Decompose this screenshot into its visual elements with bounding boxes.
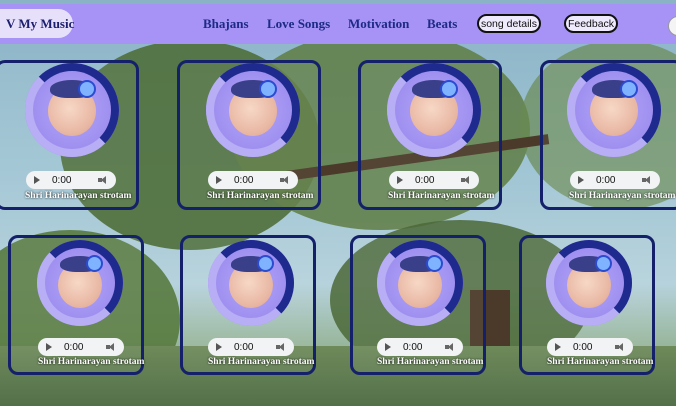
audio-player[interactable]: 0:00 [26, 171, 116, 189]
krishna-crown [78, 80, 96, 98]
song-title: Shri Harinarayan strotam [547, 357, 654, 367]
volume-icon[interactable] [98, 175, 108, 185]
volume-icon[interactable] [276, 342, 286, 352]
play-icon[interactable] [385, 343, 391, 351]
song-title: Shri Harinarayan strotam [208, 357, 315, 367]
volume-icon[interactable] [615, 342, 625, 352]
volume-icon[interactable] [445, 342, 455, 352]
player-time: 0:00 [573, 341, 593, 353]
song-title: Shri Harinarayan strotam [38, 357, 145, 367]
play-icon[interactable] [216, 343, 222, 351]
song-title: Shri Harinarayan strotam [388, 191, 495, 201]
krishna-crown [259, 80, 277, 98]
song-title: Shri Harinarayan strotam [569, 191, 676, 201]
krishna-crown [86, 255, 103, 272]
top-navbar: V My Music Bhajans Love Songs Motivation… [0, 4, 676, 44]
audio-player[interactable]: 0:00 [208, 171, 298, 189]
krishna-crown [426, 255, 443, 272]
player-time: 0:00 [403, 341, 423, 353]
nav-motivation[interactable]: Motivation [348, 16, 409, 32]
nav-beats[interactable]: Beats [427, 16, 457, 32]
play-icon[interactable] [34, 176, 40, 184]
player-time: 0:00 [64, 341, 84, 353]
song-title: Shri Harinarayan strotam [377, 357, 484, 367]
krishna-crown [440, 80, 458, 98]
play-icon[interactable] [216, 176, 222, 184]
play-icon[interactable] [46, 343, 52, 351]
player-time: 0:00 [596, 174, 616, 186]
song-details-button[interactable]: song details [477, 14, 541, 33]
feedback-button[interactable]: Feedback [564, 14, 618, 33]
audio-player[interactable]: 0:00 [547, 338, 633, 356]
player-time: 0:00 [415, 174, 435, 186]
volume-icon[interactable] [642, 175, 652, 185]
audio-player[interactable]: 0:00 [38, 338, 124, 356]
nav-love-songs[interactable]: Love Songs [267, 16, 330, 32]
song-title: Shri Harinarayan strotam [25, 191, 132, 201]
krishna-crown [620, 80, 638, 98]
volume-icon[interactable] [461, 175, 471, 185]
play-icon[interactable] [555, 343, 561, 351]
player-time: 0:00 [234, 174, 254, 186]
song-title: Shri Harinarayan strotam [207, 191, 314, 201]
play-icon[interactable] [578, 176, 584, 184]
play-icon[interactable] [397, 176, 403, 184]
audio-player[interactable]: 0:00 [389, 171, 479, 189]
audio-player[interactable]: 0:00 [208, 338, 294, 356]
search-toggle[interactable] [668, 16, 676, 36]
audio-player[interactable]: 0:00 [377, 338, 463, 356]
nav-bhajans[interactable]: Bhajans [203, 16, 249, 32]
brand-logo[interactable]: V My Music [0, 9, 74, 38]
krishna-crown [595, 255, 612, 272]
player-time: 0:00 [52, 174, 72, 186]
krishna-crown [257, 255, 274, 272]
player-time: 0:00 [234, 341, 254, 353]
volume-icon[interactable] [280, 175, 290, 185]
audio-player[interactable]: 0:00 [570, 171, 660, 189]
volume-icon[interactable] [106, 342, 116, 352]
